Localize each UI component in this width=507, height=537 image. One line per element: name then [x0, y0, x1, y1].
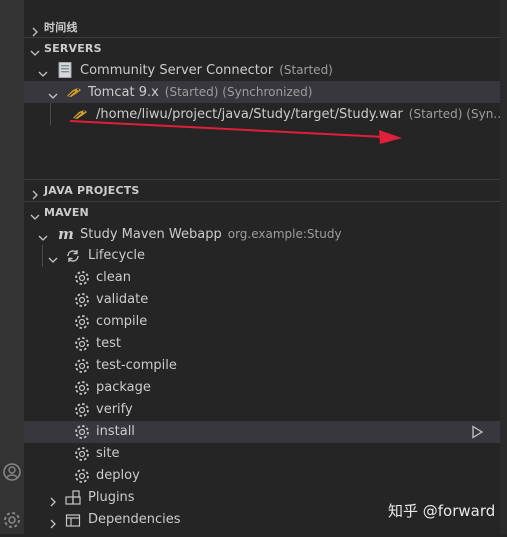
- deployment-item[interactable]: /home/liwu/project/java/Study/target/Stu…: [24, 103, 505, 125]
- tomcat-icon: [66, 84, 82, 100]
- indent-guide: [50, 103, 51, 125]
- goal-test-compile[interactable]: test-compile: [24, 355, 500, 377]
- sidebar: 时间线 SERVERS Community Server Connector (S…: [24, 0, 505, 534]
- goal-label: clean: [96, 270, 131, 285]
- timeline-label: 时间线: [44, 21, 78, 34]
- goal-label: deploy: [96, 468, 140, 483]
- goal-label: install: [96, 424, 135, 439]
- maven-project-id: org.example:Study: [227, 227, 342, 241]
- maven-project-name: Study Maven Webapp: [80, 227, 222, 242]
- goal-label: test: [96, 336, 121, 351]
- goal-label: test-compile: [96, 358, 177, 373]
- tomcat-server-item[interactable]: Tomcat 9.x (Started) (Synchronized): [24, 81, 500, 103]
- chevron-down-icon: [30, 208, 40, 220]
- deployment-text: /home/liwu/project/java/Study/target/Stu…: [96, 103, 505, 126]
- server-connector-item[interactable]: Community Server Connector (Started): [24, 59, 500, 81]
- chevron-right-icon: [30, 186, 40, 200]
- chevron-down-icon[interactable]: [48, 251, 58, 263]
- maven-project-item[interactable]: m Study Maven Webapp org.example:Study: [24, 223, 500, 245]
- server-connector-icon: [57, 62, 73, 78]
- scrollbar[interactable]: [500, 0, 507, 534]
- run-play-icon[interactable]: [470, 425, 484, 439]
- gear-icon: [74, 292, 90, 308]
- tomcat-text: Tomcat 9.x (Started) (Synchronized): [88, 81, 312, 104]
- manage-gear-icon[interactable]: [2, 510, 22, 530]
- chevron-right-icon: [30, 23, 40, 37]
- servers-label: SERVERS: [44, 42, 102, 55]
- goal-label: verify: [96, 402, 133, 417]
- deployment-icon: [72, 106, 88, 122]
- plugins-label: Plugins: [88, 490, 135, 505]
- watermark: 知乎 @forward: [388, 502, 496, 520]
- goal-deploy[interactable]: deploy: [24, 465, 500, 487]
- gear-icon: [74, 314, 90, 330]
- deployment-status: (Started) (Syn…: [408, 107, 506, 121]
- chevron-right-icon[interactable]: [48, 515, 58, 529]
- gear-icon: [74, 446, 90, 462]
- tomcat-status: (Started) (Synchronized): [164, 85, 313, 99]
- java-projects-label: JAVA PROJECTS: [44, 184, 140, 197]
- account-icon[interactable]: [2, 462, 22, 482]
- chevron-right-icon[interactable]: [48, 493, 58, 507]
- maven-label: MAVEN: [44, 206, 89, 219]
- timeline-section-header[interactable]: 时间线: [24, 17, 500, 39]
- server-connector-text: Community Server Connector (Started): [80, 59, 333, 82]
- lifecycle-sync-icon: [65, 248, 81, 264]
- library-icon: [65, 512, 81, 528]
- gear-icon: [74, 358, 90, 374]
- chevron-down-icon[interactable]: [38, 229, 48, 241]
- goal-verify[interactable]: verify: [24, 399, 500, 421]
- indent-guide: [42, 245, 43, 267]
- goal-label: package: [96, 380, 151, 395]
- goal-clean[interactable]: clean: [24, 267, 500, 289]
- goal-test[interactable]: test: [24, 333, 500, 355]
- maven-section-header[interactable]: MAVEN: [24, 201, 500, 224]
- chevron-down-icon[interactable]: [48, 87, 58, 99]
- lifecycle-label: Lifecycle: [88, 248, 146, 263]
- goal-validate[interactable]: validate: [24, 289, 500, 311]
- server-connector-name: Community Server Connector: [80, 63, 274, 78]
- gear-icon: [74, 336, 90, 352]
- gear-icon: [74, 380, 90, 396]
- goal-site[interactable]: site: [24, 443, 500, 465]
- goal-package[interactable]: package: [24, 377, 500, 399]
- dependencies-label: Dependencies: [88, 512, 181, 527]
- gear-icon: [74, 402, 90, 418]
- plugins-icon: [65, 490, 81, 506]
- tomcat-name: Tomcat 9.x: [88, 85, 159, 100]
- lifecycle-item[interactable]: Lifecycle: [24, 245, 500, 267]
- gear-icon: [74, 468, 90, 484]
- maven-project-text: Study Maven Webapp org.example:Study: [80, 223, 342, 246]
- goal-label: validate: [96, 292, 149, 307]
- java-projects-section-header[interactable]: JAVA PROJECTS: [24, 179, 500, 202]
- activity-bar: [0, 0, 24, 534]
- gear-icon: [74, 424, 90, 440]
- server-connector-status: (Started): [279, 63, 333, 77]
- goal-install[interactable]: install: [24, 421, 500, 443]
- chevron-down-icon[interactable]: [38, 65, 48, 77]
- chevron-down-icon: [30, 44, 40, 56]
- maven-project-icon: m: [58, 225, 74, 243]
- goal-label: site: [96, 446, 120, 461]
- goal-label: compile: [96, 314, 148, 329]
- gear-icon: [74, 270, 90, 286]
- deployment-path: /home/liwu/project/java/Study/target/Stu…: [96, 107, 403, 122]
- goal-compile[interactable]: compile: [24, 311, 500, 333]
- servers-section-header[interactable]: SERVERS: [24, 37, 500, 60]
